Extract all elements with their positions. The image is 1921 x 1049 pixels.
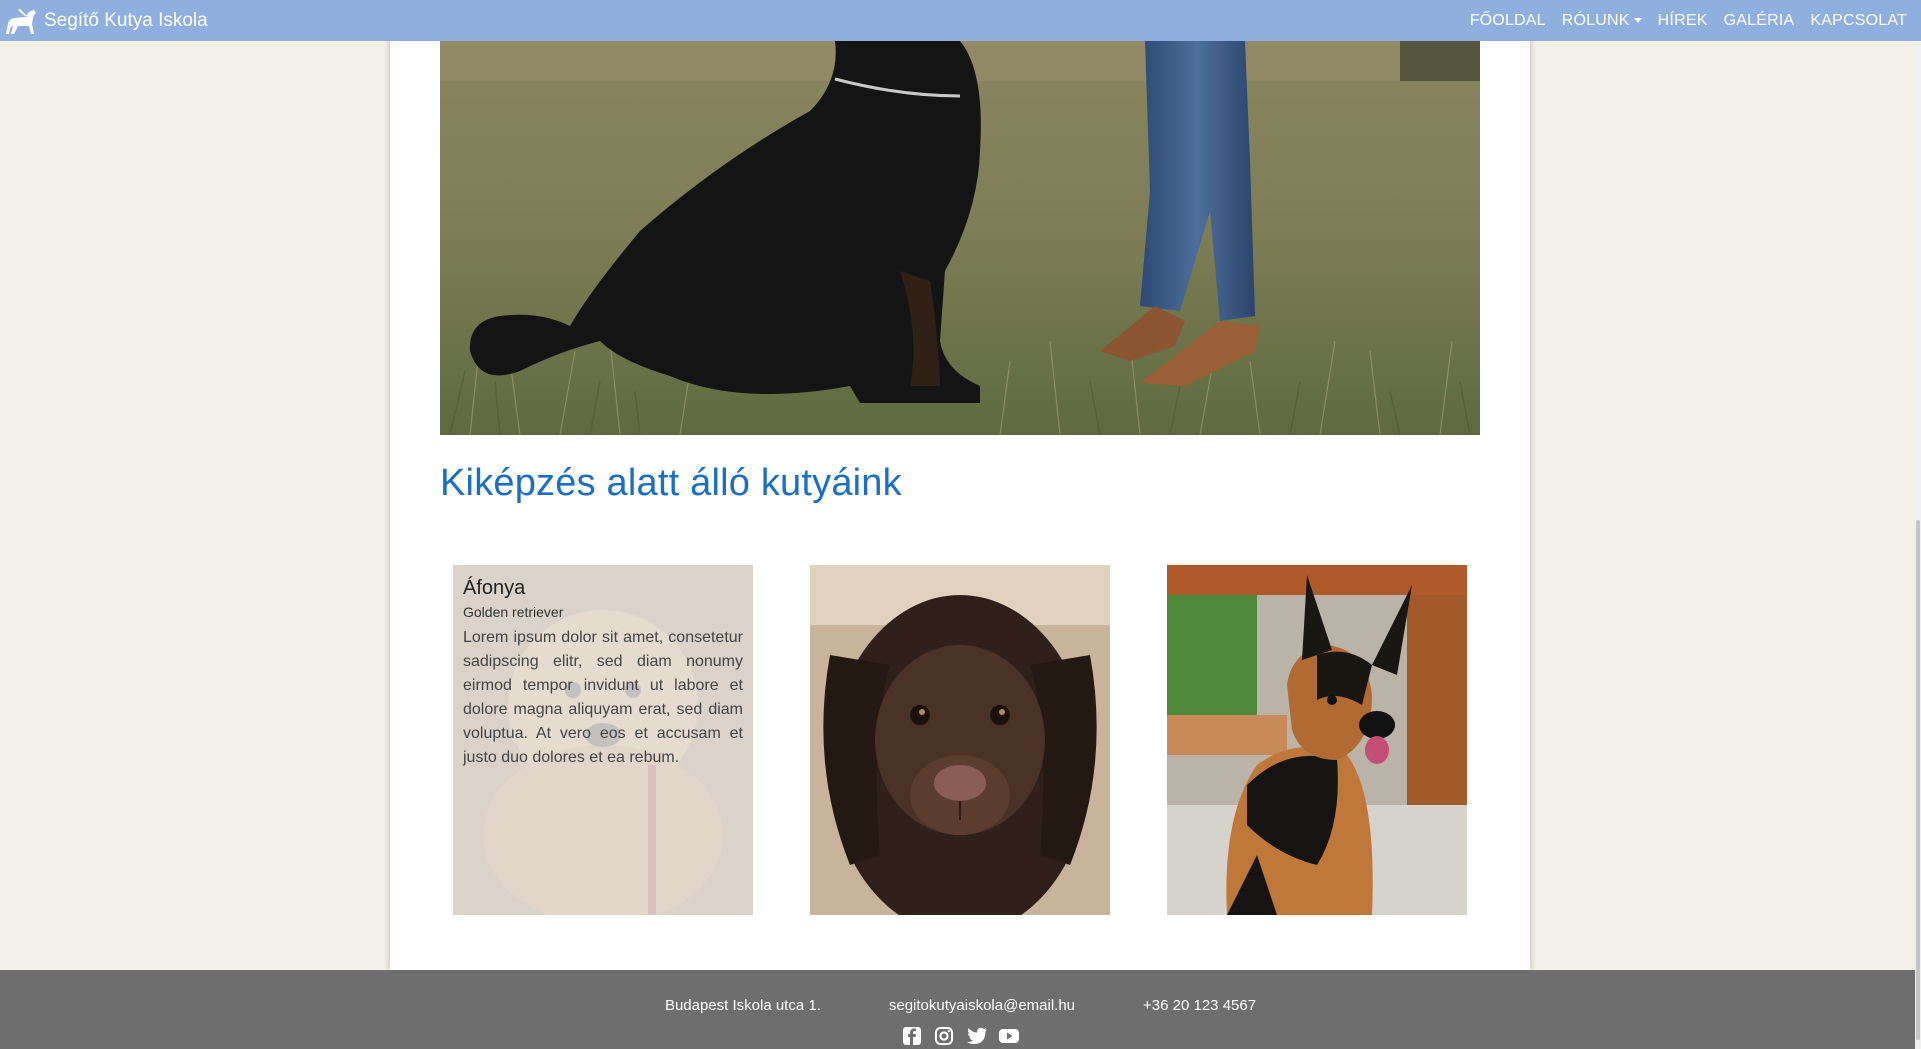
caret-down-icon: [1633, 18, 1642, 23]
guide-dog-icon: [6, 8, 36, 34]
chocolate-puppy-photo: [810, 565, 1110, 915]
dog-card-2[interactable]: [810, 565, 1110, 915]
brand-link[interactable]: Segítő Kutya Iskola: [0, 4, 208, 38]
instagram-icon[interactable]: [934, 1026, 956, 1046]
card-overlay: Áfonya Golden retriever Lorem ipsum dolo…: [453, 565, 753, 915]
page-scrollbar[interactable]: [1915, 0, 1921, 1049]
brand-name: Segítő Kutya Iskola: [44, 9, 208, 31]
nav-link-rolunk-label: RÓLUNK: [1561, 11, 1630, 29]
hero-image: [440, 41, 1480, 435]
footer-address: Budapest Iskola utca 1.: [664, 997, 821, 1014]
nav-link-galeria[interactable]: GALÉRIA: [1724, 12, 1795, 30]
footer-email[interactable]: segitokutyaiskola@email.hu: [889, 997, 1075, 1014]
scrollbar-thumb[interactable]: [1916, 520, 1920, 1040]
dog-card-3[interactable]: [1167, 565, 1467, 915]
facebook-icon[interactable]: [902, 1026, 924, 1046]
youtube-icon[interactable]: [998, 1026, 1020, 1046]
social-icons: [0, 1026, 1921, 1046]
nav-links: FŐOLDAL RÓLUNK HÍREK GALÉRIA KAPCSOLAT: [1454, 0, 1907, 41]
card-description: Lorem ipsum dolor sit amet, consetetur s…: [463, 629, 743, 766]
german-shepherd-puppy-photo: [1167, 565, 1467, 915]
dog-card-afonya[interactable]: Áfonya Golden retriever Lorem ipsum dolo…: [453, 565, 753, 915]
navbar: Segítő Kutya Iskola FŐOLDAL RÓLUNK HÍREK…: [0, 0, 1921, 41]
footer: Budapest Iskola utca 1. segitokutyaiskol…: [0, 970, 1921, 1049]
content-container: Kiképzés alatt álló kutyáink Áfonya Gold…: [390, 0, 1530, 970]
card-subtitle: Golden retriever: [463, 604, 564, 620]
twitter-icon[interactable]: [966, 1026, 988, 1046]
footer-info: Budapest Iskola utca 1. segitokutyaiskol…: [0, 997, 1921, 1014]
nav-link-hirek[interactable]: HÍREK: [1658, 12, 1708, 30]
nav-link-fooldal[interactable]: FŐOLDAL: [1470, 12, 1546, 30]
nav-link-rolunk[interactable]: RÓLUNK: [1562, 12, 1642, 30]
card-title: Áfonya: [463, 577, 526, 599]
footer-phone[interactable]: +36 20 123 4567: [1143, 997, 1256, 1014]
section-title: Kiképzés alatt álló kutyáink: [440, 462, 902, 504]
nav-link-kapcsolat[interactable]: KAPCSOLAT: [1810, 12, 1907, 30]
